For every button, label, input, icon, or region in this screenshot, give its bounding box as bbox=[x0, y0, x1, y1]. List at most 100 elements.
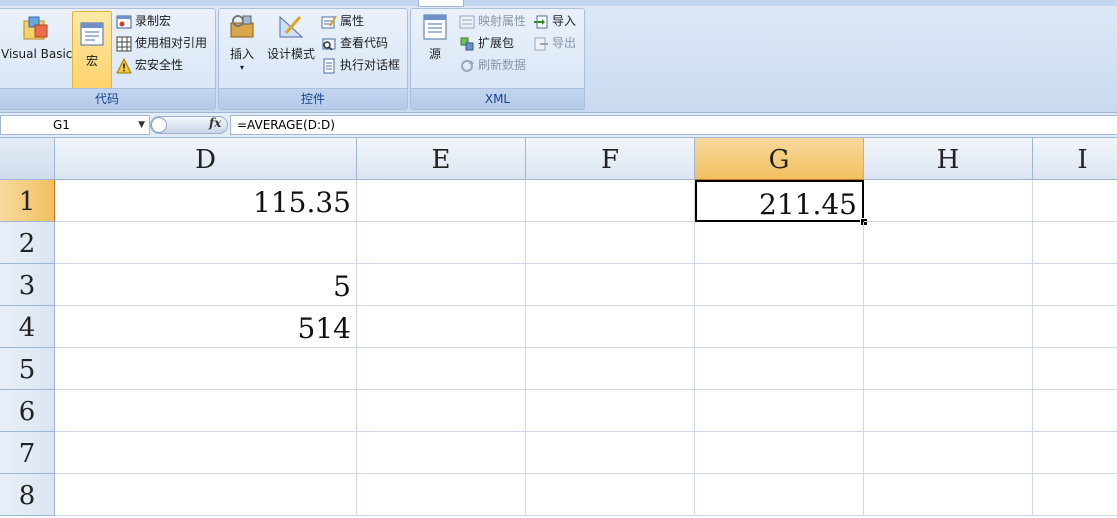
cell-e7[interactable] bbox=[357, 432, 526, 474]
map-properties-label: 映射属性 bbox=[478, 14, 527, 28]
cell-h6[interactable] bbox=[864, 390, 1033, 432]
cell-g7[interactable] bbox=[695, 432, 864, 474]
cell-i8[interactable] bbox=[1033, 474, 1117, 516]
cell-i3[interactable] bbox=[1033, 264, 1117, 306]
row-header-1[interactable]: 1 bbox=[0, 180, 55, 222]
cell-g8[interactable] bbox=[695, 474, 864, 516]
cell-g1[interactable]: 211.45 bbox=[695, 180, 864, 222]
refresh-data-button[interactable]: 刷新数据 bbox=[459, 55, 526, 75]
map-properties-button[interactable]: 映射属性 bbox=[459, 11, 526, 31]
column-header-d[interactable]: D bbox=[55, 138, 357, 180]
cell-h1[interactable] bbox=[864, 180, 1033, 222]
cell-d2[interactable] bbox=[55, 222, 357, 264]
cell-f4[interactable] bbox=[526, 306, 695, 348]
name-box[interactable]: G1 ▼ bbox=[0, 115, 150, 135]
row-header-6[interactable]: 6 bbox=[0, 390, 55, 432]
macros-label: 宏 bbox=[85, 54, 98, 68]
xml-export-button[interactable]: 导出 bbox=[533, 33, 576, 53]
row-header-3[interactable]: 3 bbox=[0, 264, 55, 306]
cell-i1[interactable] bbox=[1033, 180, 1117, 222]
record-macro-button[interactable]: 录制宏 bbox=[116, 11, 171, 31]
cell-f2[interactable] bbox=[526, 222, 695, 264]
cell-i6[interactable] bbox=[1033, 390, 1117, 432]
cell-f5[interactable] bbox=[526, 348, 695, 390]
cell-d8[interactable] bbox=[55, 474, 357, 516]
cell-e2[interactable] bbox=[357, 222, 526, 264]
row-header-8[interactable]: 8 bbox=[0, 474, 55, 516]
cell-e3[interactable] bbox=[357, 264, 526, 306]
xml-source-button[interactable]: 源 bbox=[415, 13, 455, 62]
cell-g2[interactable] bbox=[695, 222, 864, 264]
refresh-data-icon bbox=[461, 59, 474, 72]
cell-i4[interactable] bbox=[1033, 306, 1117, 348]
cell-g4[interactable] bbox=[695, 306, 864, 348]
visual-basic-button[interactable]: Visual Basic bbox=[1, 15, 72, 61]
insert-dropdown-arrow-icon: ▾ bbox=[239, 63, 244, 72]
cell-f6[interactable] bbox=[526, 390, 695, 432]
cell-f3[interactable] bbox=[526, 264, 695, 306]
formula-input[interactable]: =AVERAGE(D:D) bbox=[230, 115, 1117, 135]
row-header-7[interactable]: 7 bbox=[0, 432, 55, 474]
column-header-e[interactable]: E bbox=[357, 138, 526, 180]
cell-e4[interactable] bbox=[357, 306, 526, 348]
insert-function-button[interactable]: fx bbox=[209, 116, 221, 130]
cell-e6[interactable] bbox=[357, 390, 526, 432]
cell-d1[interactable]: 115.35 bbox=[55, 180, 357, 222]
column-header-g[interactable]: G bbox=[695, 138, 864, 180]
design-mode-button[interactable]: 设计模式 bbox=[265, 13, 317, 62]
cell-f8[interactable] bbox=[526, 474, 695, 516]
cell-g6[interactable] bbox=[695, 390, 864, 432]
cell-d3[interactable]: 5 bbox=[55, 264, 357, 306]
row-header-2[interactable]: 2 bbox=[0, 222, 55, 264]
use-relative-references-label: 使用相对引用 bbox=[135, 36, 208, 50]
design-mode-icon bbox=[279, 15, 304, 38]
properties-button[interactable]: 属性 bbox=[321, 11, 364, 31]
insert-control-button[interactable]: 插入 ▾ bbox=[223, 13, 261, 72]
formula-expand-icon[interactable] bbox=[151, 117, 167, 133]
xml-import-button[interactable]: 导入 bbox=[533, 11, 576, 31]
cell-h3[interactable] bbox=[864, 264, 1033, 306]
cell-f1[interactable] bbox=[526, 180, 695, 222]
column-header-f[interactable]: F bbox=[526, 138, 695, 180]
view-code-button[interactable]: 查看代码 bbox=[321, 33, 388, 53]
cell-d5[interactable] bbox=[55, 348, 357, 390]
cell-h5[interactable] bbox=[864, 348, 1033, 390]
formula-controls: fx bbox=[150, 116, 228, 134]
column-header-h[interactable]: H bbox=[864, 138, 1033, 180]
cell-e1[interactable] bbox=[357, 180, 526, 222]
export-label: 导出 bbox=[552, 36, 577, 50]
cell-f7[interactable] bbox=[526, 432, 695, 474]
cell-g3[interactable] bbox=[695, 264, 864, 306]
cell-h8[interactable] bbox=[864, 474, 1033, 516]
cell-e5[interactable] bbox=[357, 348, 526, 390]
cell-d4[interactable]: 514 bbox=[55, 306, 357, 348]
use-relative-references-button[interactable]: 使用相对引用 bbox=[116, 33, 207, 53]
cell-d7[interactable] bbox=[55, 432, 357, 474]
toolbox-icon bbox=[230, 15, 254, 38]
row-header-5[interactable]: 5 bbox=[0, 348, 55, 390]
expansion-packs-label: 扩展包 bbox=[478, 36, 515, 50]
macro-security-button[interactable]: 宏安全性 bbox=[116, 55, 183, 75]
expansion-packs-button[interactable]: 扩展包 bbox=[459, 33, 514, 53]
column-header-i[interactable]: I bbox=[1033, 138, 1117, 180]
cell-h7[interactable] bbox=[864, 432, 1033, 474]
run-dialog-label: 执行对话框 bbox=[340, 58, 401, 72]
view-code-label: 查看代码 bbox=[340, 36, 389, 50]
cell-i7[interactable] bbox=[1033, 432, 1117, 474]
cell-e8[interactable] bbox=[357, 474, 526, 516]
macros-button[interactable]: 宏 bbox=[72, 11, 112, 89]
cell-h2[interactable] bbox=[864, 222, 1033, 264]
refresh-data-label: 刷新数据 bbox=[478, 58, 527, 72]
warning-icon bbox=[116, 57, 132, 73]
cell-i5[interactable] bbox=[1033, 348, 1117, 390]
select-all-corner[interactable] bbox=[0, 138, 55, 180]
macro-security-label: 宏安全性 bbox=[135, 58, 184, 72]
run-dialog-button[interactable]: 执行对话框 bbox=[321, 55, 400, 75]
export-icon bbox=[534, 37, 548, 50]
row-header-4[interactable]: 4 bbox=[0, 306, 55, 348]
cell-g5[interactable] bbox=[695, 348, 864, 390]
cell-d6[interactable] bbox=[55, 390, 357, 432]
name-box-dropdown-icon[interactable]: ▼ bbox=[138, 116, 145, 134]
cell-h4[interactable] bbox=[864, 306, 1033, 348]
cell-i2[interactable] bbox=[1033, 222, 1117, 264]
